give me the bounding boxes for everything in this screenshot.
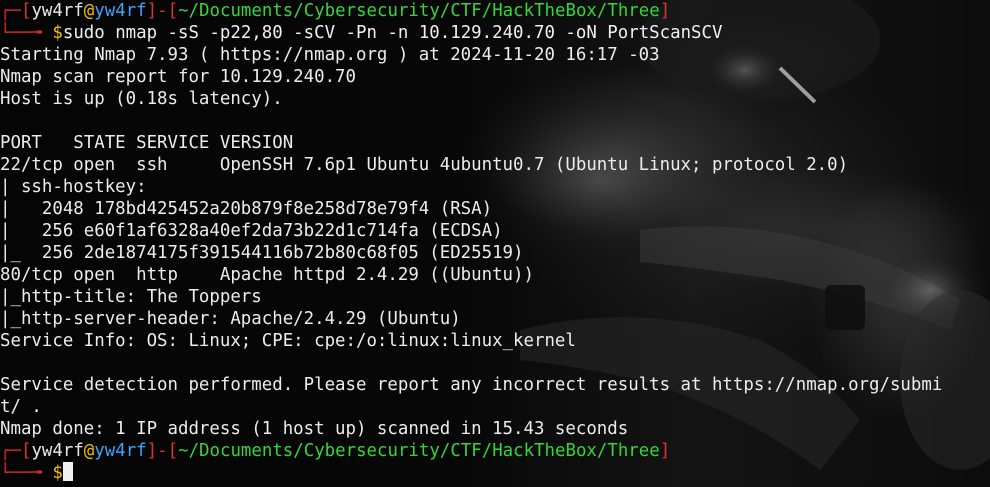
prompt-hostname: yw4rf bbox=[94, 1, 147, 21]
output-line: |_http-server-header: Apache/2.4.29 (Ubu… bbox=[0, 309, 461, 329]
output-line: PORT STATE SERVICE VERSION bbox=[0, 133, 294, 153]
command-line[interactable]: └──╼ $sudo nmap -sS -p22,80 -sCV -Pn -n … bbox=[0, 22, 990, 44]
prompt-corner-top: ┌─ bbox=[0, 1, 21, 21]
prompt-header-line: ┌─[yw4rf@yw4rf]-[~/Documents/Cybersecuri… bbox=[0, 440, 990, 462]
prompt-dollar: $ bbox=[52, 463, 63, 483]
output-line: | 256 e60f1af6328a40ef2da73b22d1c714fa (… bbox=[0, 221, 503, 241]
prompt-open-bracket: [ bbox=[20, 1, 32, 21]
output-line: Service Info: OS: Linux; CPE: cpe:/o:lin… bbox=[0, 331, 576, 351]
output-line: |_ 256 2de1874175f391544116b72b80c68f05 … bbox=[0, 243, 524, 263]
prompt-header-line: ┌─[yw4rf@yw4rf]-[~/Documents/Cybersecuri… bbox=[0, 0, 990, 22]
output-line: |_http-title: The Toppers bbox=[0, 287, 262, 307]
prompt-username: yw4rf bbox=[31, 441, 84, 461]
prompt-hostname: yw4rf bbox=[94, 441, 147, 461]
output-line: 22/tcp open ssh OpenSSH 7.6p1 Ubuntu 4ub… bbox=[0, 155, 849, 175]
output-line: Nmap scan report for 10.129.240.70 bbox=[0, 67, 356, 87]
terminal-window[interactable]: ┌─[yw4rf@yw4rf]-[~/Documents/Cybersecuri… bbox=[0, 0, 990, 487]
prompt-path: ~/Documents/Cybersecurity/CTF/HackTheBox… bbox=[178, 1, 660, 21]
output-line: t/ . bbox=[0, 397, 42, 417]
prompt-username: yw4rf bbox=[31, 1, 84, 21]
prompt-open-bracket: [ bbox=[20, 441, 32, 461]
prompt-close-bracket: ] bbox=[146, 1, 158, 21]
prompt-path-close: ] bbox=[659, 441, 671, 461]
prompt-dash: - bbox=[157, 1, 168, 21]
prompt-dollar: $ bbox=[52, 23, 63, 43]
prompt-dash: - bbox=[157, 441, 168, 461]
output-line: Nmap done: 1 IP address (1 host up) scan… bbox=[0, 419, 629, 439]
output-line: Host is up (0.18s latency). bbox=[0, 89, 283, 109]
prompt-corner-top: ┌─ bbox=[0, 441, 21, 461]
prompt-at-sign: @ bbox=[83, 441, 95, 461]
prompt-close-bracket: ] bbox=[146, 441, 158, 461]
output-line: 80/tcp open http Apache httpd 2.4.29 ((U… bbox=[0, 265, 534, 285]
prompt-corner-bottom: └──╼ bbox=[0, 463, 53, 483]
terminal-screen: ┌─[yw4rf@yw4rf]-[~/Documents/Cybersecuri… bbox=[0, 0, 990, 484]
prompt-path-open: [ bbox=[167, 1, 179, 21]
prompt-path-open: [ bbox=[167, 441, 179, 461]
active-command-line[interactable]: └──╼ $ bbox=[0, 462, 990, 484]
output-line: Service detection performed. Please repo… bbox=[0, 375, 943, 395]
output-line: | 2048 178bd425452a20b879f8e258d78e79f4 … bbox=[0, 199, 493, 219]
prompt-path-close: ] bbox=[659, 1, 671, 21]
output-line: | ssh-hostkey: bbox=[0, 177, 147, 197]
prompt-at-sign: @ bbox=[83, 1, 95, 21]
text-cursor bbox=[62, 462, 73, 481]
prompt-path: ~/Documents/Cybersecurity/CTF/HackTheBox… bbox=[178, 441, 660, 461]
prompt-corner-bottom: └──╼ bbox=[0, 23, 53, 43]
command-text: sudo nmap -sS -p22,80 -sCV -Pn -n 10.129… bbox=[62, 23, 723, 43]
output-line: Starting Nmap 7.93 ( https://nmap.org ) … bbox=[0, 45, 660, 65]
